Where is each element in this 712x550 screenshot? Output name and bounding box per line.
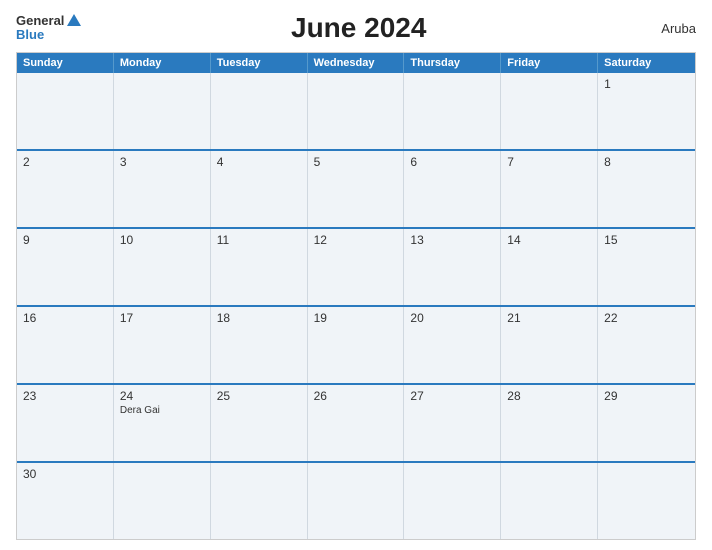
day-cell: [211, 463, 308, 539]
calendar-title: June 2024: [81, 12, 636, 44]
day-26: 26: [308, 385, 405, 461]
day-cell: [404, 73, 501, 149]
day-14: 14: [501, 229, 598, 305]
logo-blue-text: Blue: [16, 28, 44, 42]
header-wednesday: Wednesday: [308, 53, 405, 73]
day-20: 20: [404, 307, 501, 383]
header-friday: Friday: [501, 53, 598, 73]
calendar-grid: Sunday Monday Tuesday Wednesday Thursday…: [16, 52, 696, 540]
day-27: 27: [404, 385, 501, 461]
header-monday: Monday: [114, 53, 211, 73]
top-bar: General Blue June 2024 Aruba: [16, 12, 696, 44]
event-dera-gai: Dera Gai: [120, 405, 160, 416]
day-22: 22: [598, 307, 695, 383]
header-sunday: Sunday: [17, 53, 114, 73]
day-28: 28: [501, 385, 598, 461]
week-3: 9 10 11 12 13 14 15: [17, 227, 695, 305]
day-cell: [114, 463, 211, 539]
day-1: 1: [598, 73, 695, 149]
day-25: 25: [211, 385, 308, 461]
week-6: 30: [17, 461, 695, 539]
day-4: 4: [211, 151, 308, 227]
day-13: 13: [404, 229, 501, 305]
day-23: 23: [17, 385, 114, 461]
day-6: 6: [404, 151, 501, 227]
day-30: 30: [17, 463, 114, 539]
day-11: 11: [211, 229, 308, 305]
calendar-page: General Blue June 2024 Aruba Sunday Mond…: [0, 0, 712, 550]
week-1: 1: [17, 73, 695, 149]
day-24: 24 Dera Gai: [114, 385, 211, 461]
day-cell: [114, 73, 211, 149]
day-cell: [501, 463, 598, 539]
day-cell: [598, 463, 695, 539]
logo: General Blue: [16, 14, 81, 43]
day-2: 2: [17, 151, 114, 227]
day-7: 7: [501, 151, 598, 227]
day-19: 19: [308, 307, 405, 383]
day-cell: [211, 73, 308, 149]
week-2: 2 3 4 5 6 7 8: [17, 149, 695, 227]
day-21: 21: [501, 307, 598, 383]
day-cell: [308, 463, 405, 539]
day-29: 29: [598, 385, 695, 461]
logo-triangle-icon: [67, 14, 81, 26]
header-thursday: Thursday: [404, 53, 501, 73]
day-15: 15: [598, 229, 695, 305]
day-cell: [404, 463, 501, 539]
day-10: 10: [114, 229, 211, 305]
day-cell: [308, 73, 405, 149]
day-12: 12: [308, 229, 405, 305]
day-5: 5: [308, 151, 405, 227]
logo-general-text: General: [16, 14, 64, 28]
day-3: 3: [114, 151, 211, 227]
day-17: 17: [114, 307, 211, 383]
country-label: Aruba: [636, 21, 696, 36]
day-16: 16: [17, 307, 114, 383]
calendar-header: Sunday Monday Tuesday Wednesday Thursday…: [17, 53, 695, 73]
day-cell: [17, 73, 114, 149]
week-4: 16 17 18 19 20 21 22: [17, 305, 695, 383]
calendar-body: 1 2 3 4 5 6 7 8 9 10 11 12 13 14 15: [17, 73, 695, 539]
header-tuesday: Tuesday: [211, 53, 308, 73]
header-saturday: Saturday: [598, 53, 695, 73]
day-9: 9: [17, 229, 114, 305]
day-18: 18: [211, 307, 308, 383]
day-8: 8: [598, 151, 695, 227]
day-cell: [501, 73, 598, 149]
week-5: 23 24 Dera Gai 25 26 27 28 29: [17, 383, 695, 461]
